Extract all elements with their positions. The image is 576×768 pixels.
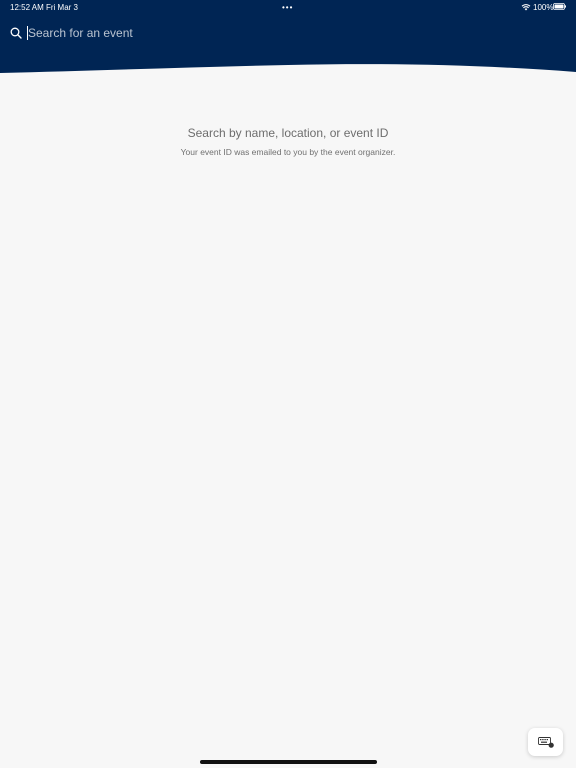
search-input[interactable] <box>28 22 548 44</box>
empty-state-subtitle: Your event ID was emailed to you by the … <box>180 147 396 157</box>
home-indicator[interactable] <box>200 760 377 764</box>
keyboard-toggle-button[interactable] <box>528 728 563 756</box>
keyboard-icon <box>538 737 554 748</box>
wifi-icon <box>521 4 531 11</box>
empty-state-title: Search by name, location, or event ID <box>187 126 389 140</box>
empty-state: Search by name, location, or event ID Yo… <box>0 126 576 157</box>
header: 12:52 AM Fri Mar 3 ••• 100% <box>0 0 576 80</box>
status-date: Fri Mar 3 <box>46 3 78 12</box>
multitasking-dots[interactable]: ••• <box>282 3 293 12</box>
battery-icon <box>553 3 566 10</box>
battery-percent: 100% <box>533 3 554 12</box>
status-bar: 12:52 AM Fri Mar 3 ••• 100% <box>0 0 576 14</box>
status-time: 12:52 AM <box>10 3 44 12</box>
search-bar[interactable] <box>0 22 576 46</box>
search-icon <box>10 27 22 39</box>
